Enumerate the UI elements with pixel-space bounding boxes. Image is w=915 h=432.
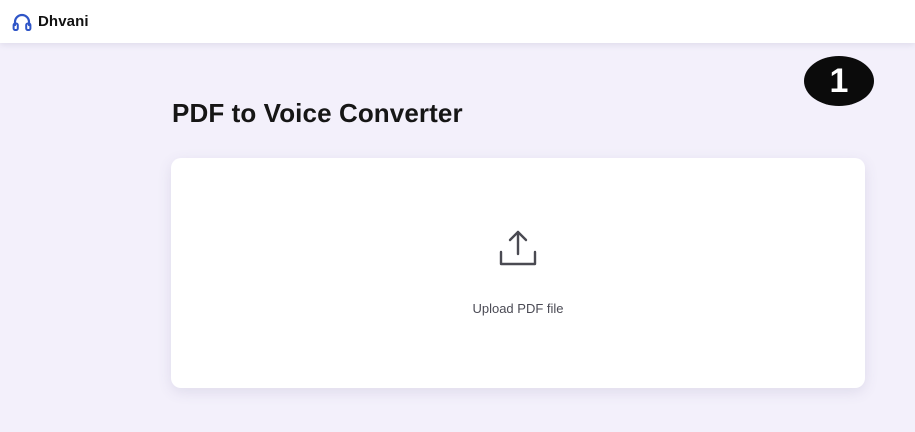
- brand-logo[interactable]: Dhvani: [12, 13, 89, 31]
- upload-dropzone[interactable]: Upload PDF file: [171, 158, 865, 388]
- top-bar: Dhvani: [0, 0, 915, 43]
- upload-icon: [493, 224, 543, 274]
- page-title: PDF to Voice Converter: [172, 98, 463, 128]
- headphones-icon: [12, 13, 32, 31]
- upload-label: Upload PDF file: [472, 301, 564, 316]
- brand-name: Dhvani: [38, 13, 89, 30]
- step-number-badge: 1: [804, 56, 874, 106]
